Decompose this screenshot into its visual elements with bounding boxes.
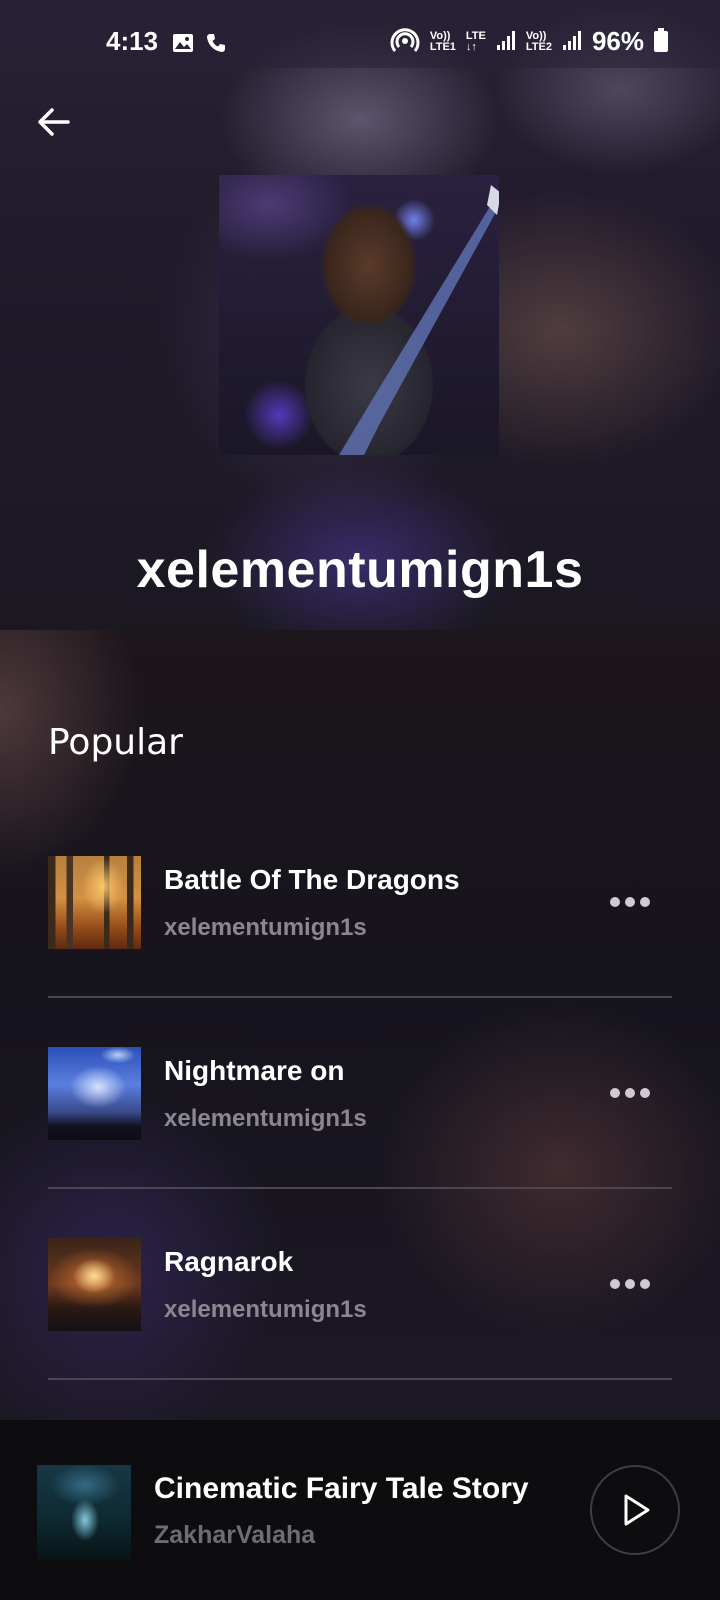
- divider: [48, 1378, 672, 1380]
- signal-icon: [562, 29, 582, 54]
- hotspot-icon: [390, 26, 420, 57]
- now-playing-artist: ZakharValaha: [154, 1521, 316, 1549]
- track-thumbnail: [48, 1238, 141, 1331]
- divider: [48, 996, 672, 998]
- more-horizontal-icon: [610, 897, 620, 907]
- now-playing-thumbnail: [37, 1465, 131, 1559]
- more-horizontal-icon: [610, 1279, 620, 1289]
- track-title: Ragnarok: [164, 1246, 294, 1277]
- artist-name: xelementumign1s: [136, 541, 584, 599]
- now-playing-title: Cinematic Fairy Tale Story: [154, 1472, 529, 1505]
- phone-icon: [206, 30, 226, 60]
- battery-icon: [654, 28, 668, 55]
- track-title: Battle Of The Dragons: [164, 864, 460, 895]
- track-artist: xelementumign1s: [164, 914, 367, 941]
- more-horizontal-icon: [610, 1088, 620, 1098]
- play-button[interactable]: [590, 1465, 680, 1555]
- network-type-indicator: LTE ↓↑: [465, 29, 486, 53]
- image-icon: [172, 30, 194, 60]
- mini-player[interactable]: Cinematic Fairy Tale Story ZakharValaha: [0, 1420, 720, 1600]
- track-artist: xelementumign1s: [164, 1296, 367, 1323]
- status-right-icons: Vo)) LTE1 LTE ↓↑ Vo)) LTE2 96%: [390, 26, 668, 57]
- track-artist: xelementumign1s: [164, 1105, 367, 1132]
- battery-percent: 96%: [591, 26, 644, 56]
- arrow-left-icon: [38, 108, 70, 136]
- back-button[interactable]: [32, 100, 76, 144]
- track-thumbnail: [48, 856, 141, 949]
- more-options-button[interactable]: [610, 1083, 650, 1103]
- artist-header: 4:13 Vo)) LTE1 LTE ↓↑ Vo)) LTE2 96% xele…: [0, 0, 720, 630]
- sim2-indicator: Vo)) LTE2: [525, 29, 552, 53]
- track-item[interactable]: Battle Of The Dragons xelementumign1s: [48, 856, 672, 976]
- more-options-button[interactable]: [610, 1274, 650, 1294]
- track-title: Nightmare on: [164, 1055, 345, 1086]
- guitar-icon: [339, 185, 499, 455]
- status-bar: 4:13 Vo)) LTE1 LTE ↓↑ Vo)) LTE2 96%: [0, 0, 720, 68]
- signal-icon: [496, 29, 516, 54]
- status-time: 4:13: [106, 26, 159, 56]
- play-icon: [624, 1494, 650, 1526]
- track-item[interactable]: Nightmare on xelementumign1s: [48, 1047, 672, 1167]
- track-thumbnail: [48, 1047, 141, 1140]
- divider: [48, 1187, 672, 1189]
- sim1-indicator: Vo)) LTE1: [429, 29, 456, 53]
- section-title-popular: Popular: [48, 722, 183, 763]
- track-item[interactable]: Ragnarok xelementumign1s: [48, 1238, 672, 1358]
- artist-image: [219, 175, 499, 455]
- more-options-button[interactable]: [610, 892, 650, 912]
